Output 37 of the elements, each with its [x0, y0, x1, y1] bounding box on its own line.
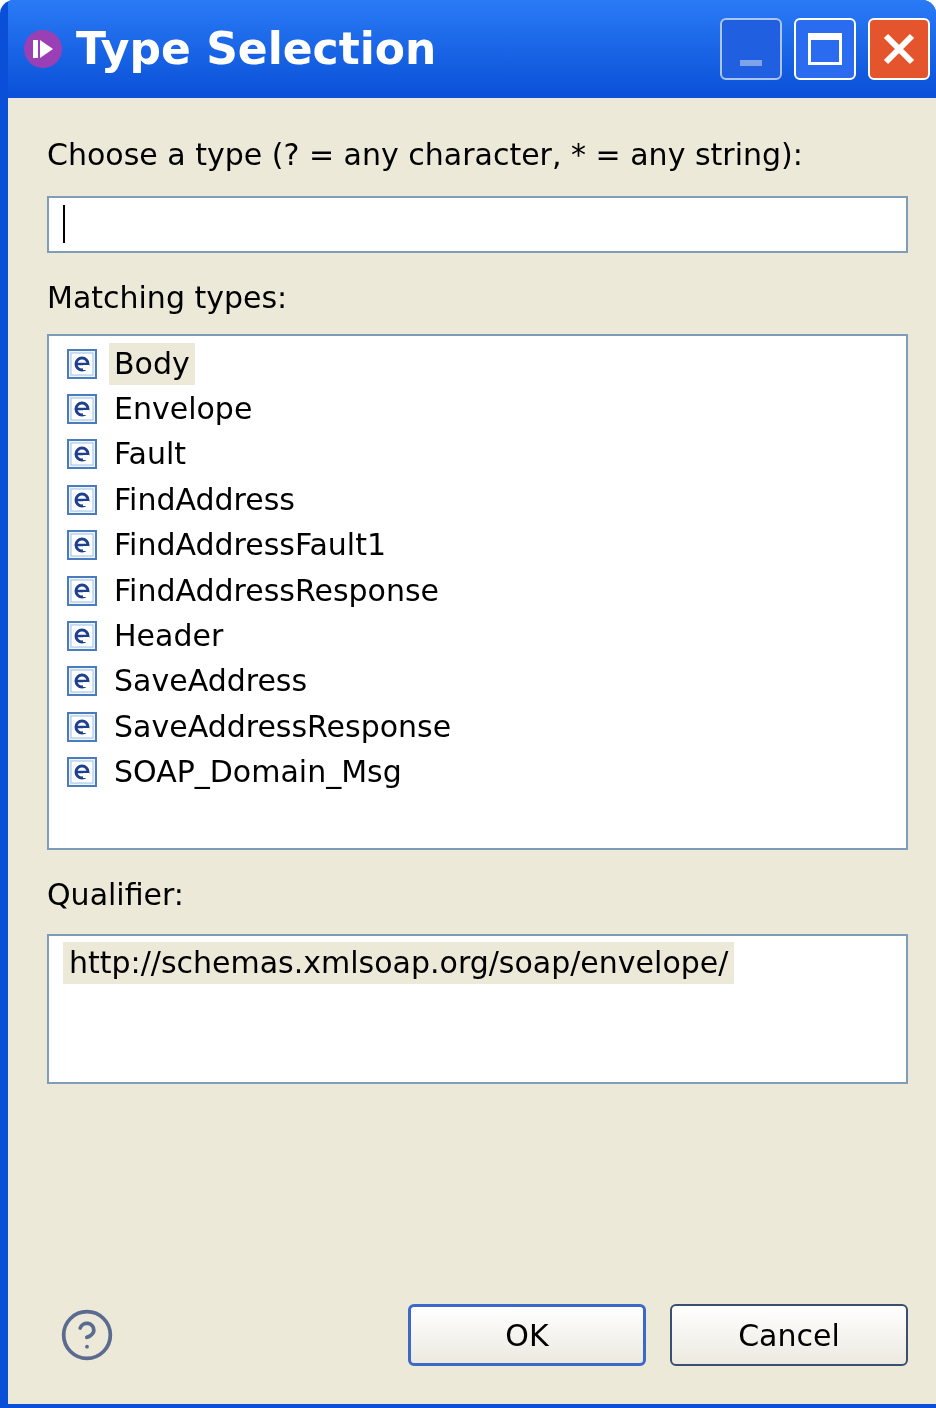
element-icon — [67, 621, 97, 652]
type-list-item[interactable]: Fault — [109, 433, 191, 476]
minimize-icon — [740, 60, 762, 66]
type-list-item[interactable]: FindAddressFault1 — [109, 524, 392, 567]
type-list-item[interactable]: SaveAddress — [109, 660, 313, 703]
element-icon — [67, 394, 97, 425]
close-button[interactable] — [868, 18, 930, 80]
element-icon — [67, 711, 97, 742]
type-filter-field[interactable] — [47, 195, 908, 253]
maximize-button[interactable] — [794, 18, 856, 80]
element-icon — [67, 439, 97, 470]
type-list-item[interactable]: Body — [109, 342, 195, 385]
app-icon — [22, 28, 64, 70]
element-icon — [67, 666, 97, 697]
type-list-item[interactable]: SaveAddressResponse — [109, 705, 457, 748]
element-icon — [67, 757, 97, 788]
element-icon — [67, 530, 97, 561]
qualifier-label: Qualifier: — [47, 876, 185, 914]
minimize-button[interactable] — [720, 18, 782, 80]
type-list-item[interactable]: SOAP_Domain_Msg — [109, 751, 407, 794]
type-list-item[interactable]: FindAddress — [109, 478, 300, 521]
qualifier-list-item[interactable]: http://schemas.xmlsoap.org/soap/envelope/ — [63, 941, 735, 984]
dialog-button[interactable]: Cancel — [670, 1304, 908, 1366]
dialog-button[interactable]: OK — [408, 1304, 646, 1366]
element-icon — [67, 484, 97, 515]
window-title: Type Selection — [76, 27, 438, 71]
close-icon — [881, 31, 917, 67]
filter-label: Choose a type (? = any character, * = any string): — [47, 136, 804, 174]
help-icon[interactable] — [59, 1307, 115, 1363]
type-list-item[interactable]: FindAddressResponse — [109, 569, 445, 612]
element-icon — [67, 575, 97, 606]
matching-types-label: Matching types: — [47, 278, 289, 316]
type-list-item[interactable]: Header — [109, 615, 229, 658]
element-icon — [67, 348, 97, 379]
text-cursor — [63, 205, 65, 243]
maximize-icon — [808, 33, 842, 65]
type-list-item[interactable]: Envelope — [109, 388, 258, 431]
